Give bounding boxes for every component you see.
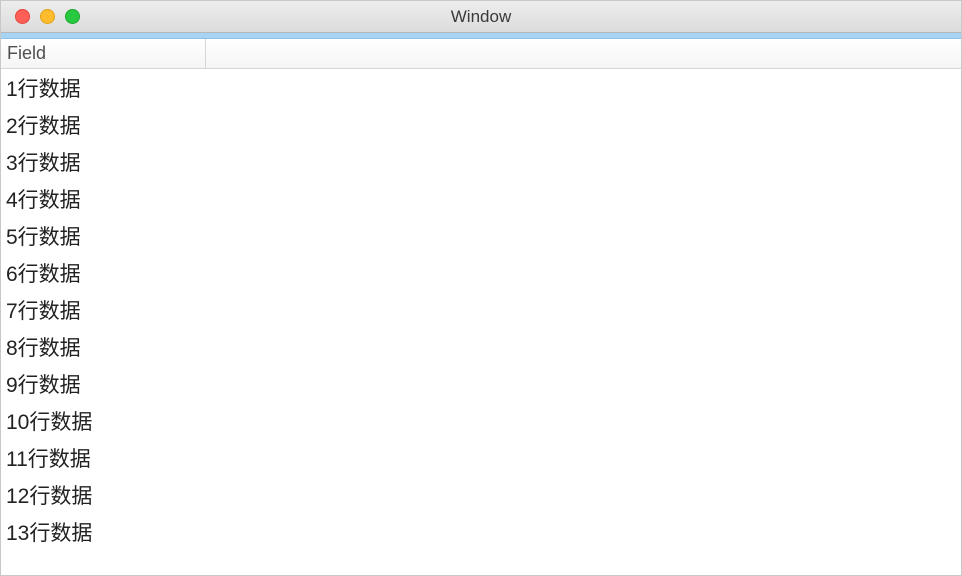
table-body: 1行数据 2行数据 3行数据 4行数据 5行数据 6行数据 7行数据 8行数据 … (1, 69, 961, 550)
cell-label: 7行数据 (6, 295, 81, 325)
table-row[interactable]: 10行数据 (1, 402, 961, 439)
cell-label: 11行数据 (6, 443, 91, 473)
cell-label: 3行数据 (6, 147, 81, 177)
app-window: Window Field 1行数据 2行数据 3行数据 4行数据 5行数据 6行… (0, 0, 962, 576)
window-title: Window (1, 7, 961, 27)
column-header-field[interactable]: Field (1, 39, 206, 68)
table: Field 1行数据 2行数据 3行数据 4行数据 5行数据 6行数据 7行数据… (1, 39, 961, 575)
minimize-icon[interactable] (40, 9, 55, 24)
close-icon[interactable] (15, 9, 30, 24)
cell-label: 8行数据 (6, 332, 81, 362)
cell-label: 9行数据 (6, 369, 81, 399)
table-row[interactable]: 9行数据 (1, 365, 961, 402)
table-row[interactable]: 5行数据 (1, 217, 961, 254)
cell-label: 10行数据 (6, 406, 92, 436)
table-row[interactable]: 7行数据 (1, 291, 961, 328)
cell-label: 6行数据 (6, 258, 81, 288)
table-row[interactable]: 6行数据 (1, 254, 961, 291)
titlebar[interactable]: Window (1, 1, 961, 33)
table-row[interactable]: 11行数据 (1, 439, 961, 476)
cell-label: 4行数据 (6, 184, 81, 214)
cell-label: 12行数据 (6, 480, 92, 510)
cell-label: 1行数据 (6, 73, 81, 103)
traffic-lights (1, 9, 80, 24)
table-row[interactable]: 1行数据 (1, 69, 961, 106)
table-row[interactable]: 4行数据 (1, 180, 961, 217)
table-row[interactable]: 3行数据 (1, 143, 961, 180)
cell-label: 13行数据 (6, 517, 92, 547)
table-row[interactable]: 12行数据 (1, 476, 961, 513)
table-row[interactable]: 13行数据 (1, 513, 961, 550)
table-row[interactable]: 8行数据 (1, 328, 961, 365)
table-header: Field (1, 39, 961, 69)
column-header-blank[interactable] (206, 39, 961, 68)
maximize-icon[interactable] (65, 9, 80, 24)
cell-label: 5行数据 (6, 221, 81, 251)
cell-label: 2行数据 (6, 110, 81, 140)
table-row[interactable]: 2行数据 (1, 106, 961, 143)
column-header-label: Field (7, 43, 46, 64)
